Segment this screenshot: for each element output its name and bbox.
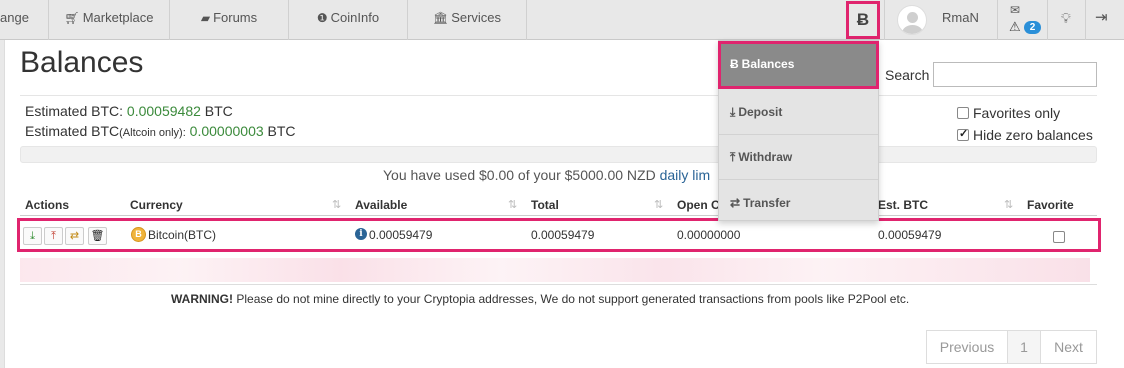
previous-page-button[interactable]: Previous [926,330,1008,364]
username[interactable]: RmaN [942,0,979,36]
menu-item-withdraw-label: Withdraw [738,150,793,164]
nav-item-services[interactable]: 🏛︎ Services [408,0,527,40]
sort-icon[interactable]: ⇅ [332,198,341,211]
menu-item-balances-label: Balances [741,57,795,71]
download-icon: ⤓ [730,105,736,119]
favorites-only-box[interactable] [957,107,969,119]
column-header-open-orders[interactable]: Open C [677,198,720,212]
logout-icon[interactable]: ⇥ [1095,0,1108,36]
sort-icon[interactable]: ⇅ [508,198,517,211]
page-title: Balances [20,46,144,79]
info-circle-icon: ❶ [316,11,328,25]
warning-text: Please do not mine directly to your Cryp… [236,292,910,306]
estimated-btc-unit: BTC [204,103,233,119]
info-icon[interactable]: i [355,228,367,240]
row-est-btc: 0.00059479 [878,228,942,242]
menu-item-withdraw[interactable]: ⤒ Withdraw [719,134,878,180]
avatar[interactable] [897,5,927,35]
transfer-action-icon[interactable]: ⇄ [65,227,84,245]
top-navbar: ange 🛒︎ Marketplace ▰ Forums ❶ CoinInfo 🏛︎ S… [0,0,1124,40]
nav-item-exchange-label: ange [0,10,29,25]
lightbulb-icon[interactable]: 💡︎ [1061,0,1071,36]
estimated-altcoin-value: 0.00000003 [189,123,264,139]
upload-icon: ⤒ [730,150,736,164]
nav-item-services-label: Services [451,10,502,25]
favorite-checkbox[interactable] [1053,231,1065,243]
next-page-button[interactable]: Next [1040,330,1097,364]
search-label: Search [885,67,930,83]
row-open-orders: 0.00000000 [677,228,741,242]
estimated-btc-value: 0.00059482 [126,103,201,119]
column-header-actions: Actions [25,198,70,212]
column-header-est-btc[interactable]: Est. BTC [878,198,928,212]
favorites-only-checkbox[interactable]: Favorites only [957,105,1060,121]
estimated-btc-label: Estimated BTC: [25,103,124,119]
estimated-altcoin-sublabel: (Altcoin only): [119,127,186,139]
envelope-icon[interactable]: ✉ [1010,3,1020,17]
left-edge-panel [0,40,5,368]
bitcoin-dropdown-menu: Ƀ Balances ⤓ Deposit ⤒ Withdraw ⇄ Transfer [718,40,879,221]
nav-divider [1047,0,1048,40]
column-header-total[interactable]: Total [531,198,559,212]
nav-item-forums[interactable]: ▰ Forums [170,0,289,40]
info-bar [20,146,1097,163]
menu-item-transfer-label: Transfer [743,196,791,210]
mining-warning: WARNING! Please do not mine directly to … [171,292,909,306]
hide-zero-balances-box[interactable] [957,127,969,141]
bitcoin-menu-button[interactable]: Ƀ [846,1,880,39]
comments-icon: ▰ [200,11,211,25]
warning-icon[interactable]: ⚠ [1009,19,1021,35]
bitcoin-icon: Ƀ [856,10,870,29]
divider [20,95,1097,96]
trash-action-icon[interactable]: 🗑︎ [88,227,107,245]
deposit-action-icon[interactable]: ⤓ [23,227,42,245]
sort-icon[interactable]: ⇅ [654,198,663,211]
nav-divider [1085,0,1086,40]
row-total: 0.00059479 [531,228,595,242]
menu-item-transfer[interactable]: ⇄ Transfer [719,180,878,226]
table-footer-divider [20,284,1097,285]
column-header-favorite[interactable]: Favorite [1027,198,1074,212]
nav-item-exchange[interactable]: ange [0,0,49,40]
estimated-btc: Estimated BTC: 0.00059482 BTC [25,103,233,119]
estimated-altcoin-unit: BTC [267,123,296,139]
exchange-icon: ⇄ [730,196,741,210]
bank-icon: 🏛︎ [432,11,449,25]
withdraw-action-icon[interactable]: ⤒ [44,227,63,245]
row-available: 0.00059479 [369,228,433,242]
hide-zero-balances-checkbox[interactable]: Hide zero balances [957,127,1093,143]
column-header-currency[interactable]: Currency [130,198,183,212]
nav-item-coininfo[interactable]: ❶ CoinInfo [289,0,408,40]
cart-icon: 🛒︎ [64,11,80,25]
warning-label: WARNING! [171,292,233,306]
nav-divider [997,0,998,40]
search-input[interactable] [933,62,1097,87]
menu-item-balances[interactable]: Ƀ Balances [718,41,879,89]
estimated-btc-altcoin: Estimated BTC(Altcoin only): 0.00000003 … [25,123,296,139]
notification-badge: 2 [1024,21,1041,34]
row-currency[interactable]: Bitcoin(BTC) [148,228,216,242]
nav-divider [884,0,885,40]
bitcoin-icon: Ƀ [730,57,739,71]
menu-item-deposit-label: Deposit [738,105,783,119]
table-header-divider [20,215,1097,216]
estimated-altcoin-label: Estimated BTC [25,123,120,139]
page-number-button[interactable]: 1 [1007,330,1041,364]
nav-item-marketplace[interactable]: 🛒︎ Marketplace [49,0,170,40]
sort-icon[interactable]: ⇅ [1004,198,1013,211]
blurred-row [20,258,1090,282]
daily-limit-text: You have used $0.00 of your $5000.00 NZD [383,167,656,183]
nav-item-coininfo-label: CoinInfo [330,10,380,25]
column-header-available[interactable]: Available [355,198,407,212]
menu-item-deposit[interactable]: ⤓ Deposit [719,89,878,135]
bitcoin-coin-icon: B [131,227,146,242]
daily-limit-notice: You have used $0.00 of your $5000.00 NZD… [383,167,710,183]
nav-item-marketplace-label: Marketplace [82,10,154,25]
favorites-only-label: Favorites only [973,105,1061,121]
hide-zero-balances-label: Hide zero balances [973,127,1093,143]
daily-limit-link[interactable]: daily lim [660,167,711,183]
nav-item-forums-label: Forums [213,10,258,25]
